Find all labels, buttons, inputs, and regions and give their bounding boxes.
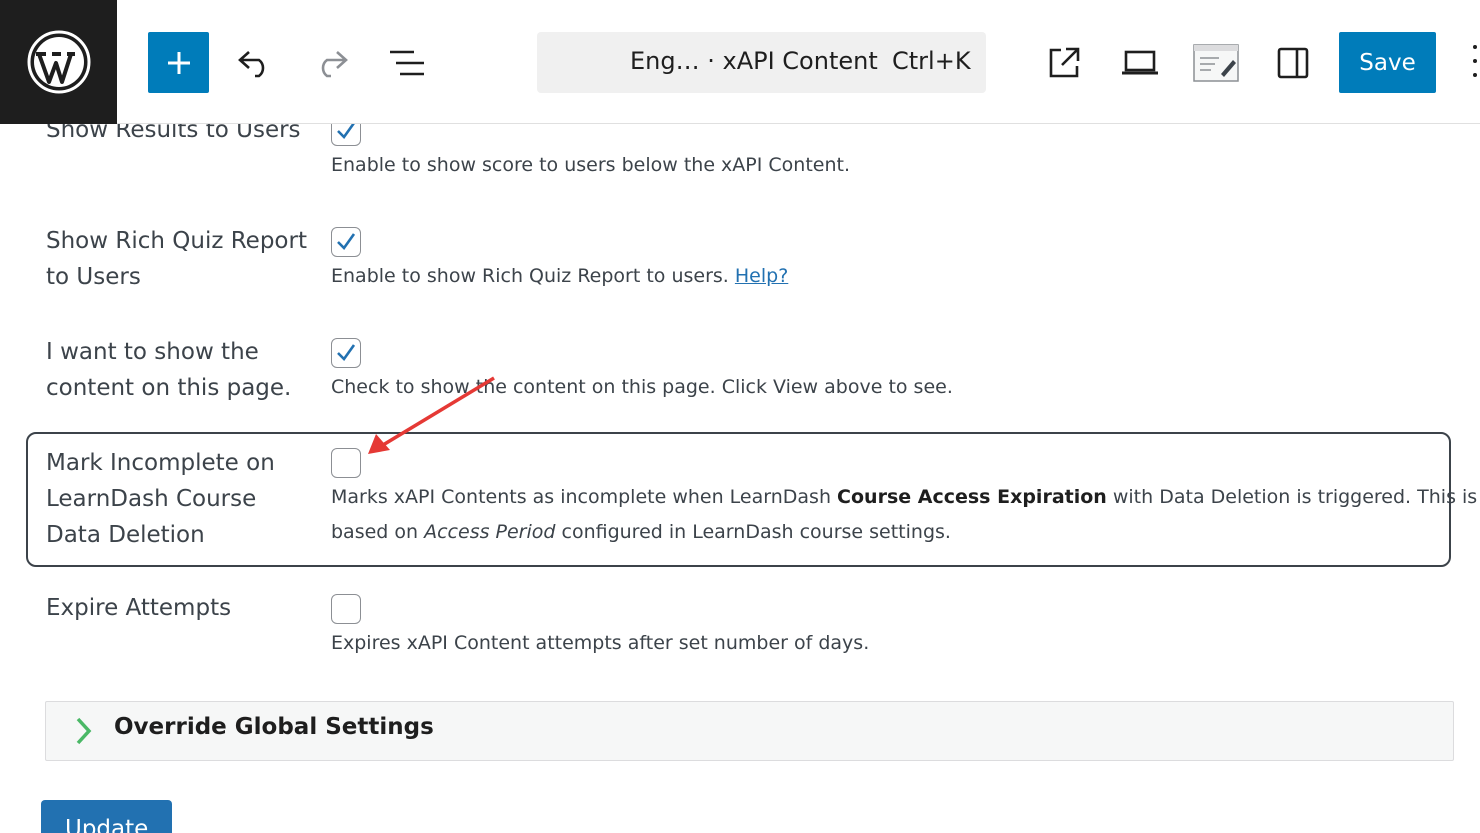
checkmark-icon bbox=[337, 344, 356, 362]
help-link[interactable]: Help? bbox=[735, 265, 788, 287]
desc-text: Marks xAPI Contents as incomplete when L… bbox=[331, 486, 838, 508]
checkmark-icon bbox=[337, 233, 356, 251]
rich-quiz-desc-text: Enable to show Rich Quiz Report to users… bbox=[331, 265, 729, 287]
mark-incomplete-checkbox[interactable] bbox=[331, 448, 361, 478]
annotation-arrow-icon bbox=[368, 376, 495, 454]
document-title: Eng… · xAPI Content bbox=[630, 47, 878, 75]
redo-icon bbox=[321, 51, 348, 78]
setting-label-rich-quiz-report: Show Rich Quiz Report to Users bbox=[46, 228, 307, 290]
list-view-icon bbox=[390, 50, 424, 76]
editor-toolbar: Eng… · xAPI Content Ctrl+K Save bbox=[0, 0, 1480, 124]
wordpress-logo-icon[interactable] bbox=[0, 0, 117, 124]
external-link-icon bbox=[1049, 47, 1080, 78]
classic-editor-button[interactable] bbox=[1190, 37, 1242, 89]
undo-button[interactable] bbox=[229, 37, 281, 89]
document-overview-button[interactable] bbox=[381, 37, 433, 89]
override-global-settings-toggle[interactable]: Override Global Settings bbox=[45, 701, 1454, 761]
keyboard-shortcut: Ctrl+K bbox=[892, 47, 971, 75]
setting-desc-show-results: Enable to show score to users below the … bbox=[331, 154, 851, 176]
edit-screen-icon bbox=[1193, 44, 1239, 82]
command-palette-button[interactable]: Eng… · xAPI Content Ctrl+K bbox=[537, 32, 986, 93]
setting-label-expire-attempts: Expire Attempts bbox=[46, 595, 232, 621]
show-content-checkbox[interactable] bbox=[331, 338, 361, 368]
desc-text: configured in LearnDash course settings. bbox=[555, 521, 951, 543]
undo-icon bbox=[238, 51, 265, 78]
desc-text: with Data Deletion is triggered. This is bbox=[1106, 486, 1478, 508]
rich-quiz-report-checkbox[interactable] bbox=[331, 227, 361, 257]
desc-italic-text: Access Period bbox=[424, 521, 556, 543]
chevron-right-icon bbox=[76, 717, 92, 745]
setting-desc-rich-quiz-report: Enable to show Rich Quiz Report to users… bbox=[331, 259, 788, 294]
plus-icon bbox=[167, 51, 190, 74]
expire-attempts-checkbox[interactable] bbox=[331, 594, 361, 624]
view-post-button[interactable] bbox=[1038, 37, 1090, 89]
device-preview-button[interactable] bbox=[1114, 37, 1166, 89]
desc-bold-text: Course Access Expiration bbox=[837, 486, 1107, 508]
redo-button[interactable] bbox=[305, 37, 357, 89]
setting-label-show-content: I want to show the content on this page. bbox=[46, 339, 292, 401]
desc-text: based on bbox=[331, 521, 425, 543]
update-button[interactable]: Update bbox=[41, 800, 172, 833]
setting-desc-mark-incomplete: Marks xAPI Contents as incomplete when L… bbox=[331, 480, 1477, 550]
options-menu-icon[interactable] bbox=[1473, 45, 1480, 81]
add-block-button[interactable] bbox=[148, 32, 209, 93]
desktop-icon bbox=[1122, 50, 1158, 75]
settings-sidebar-toggle[interactable] bbox=[1267, 37, 1319, 89]
override-global-settings-label: Override Global Settings bbox=[114, 714, 434, 740]
save-button[interactable]: Save bbox=[1339, 32, 1436, 93]
setting-label-mark-incomplete: Mark Incomplete on LearnDash Course Data… bbox=[46, 450, 275, 548]
sidebar-icon bbox=[1277, 47, 1309, 79]
setting-desc-expire-attempts: Expires xAPI Content attempts after set … bbox=[331, 632, 870, 654]
